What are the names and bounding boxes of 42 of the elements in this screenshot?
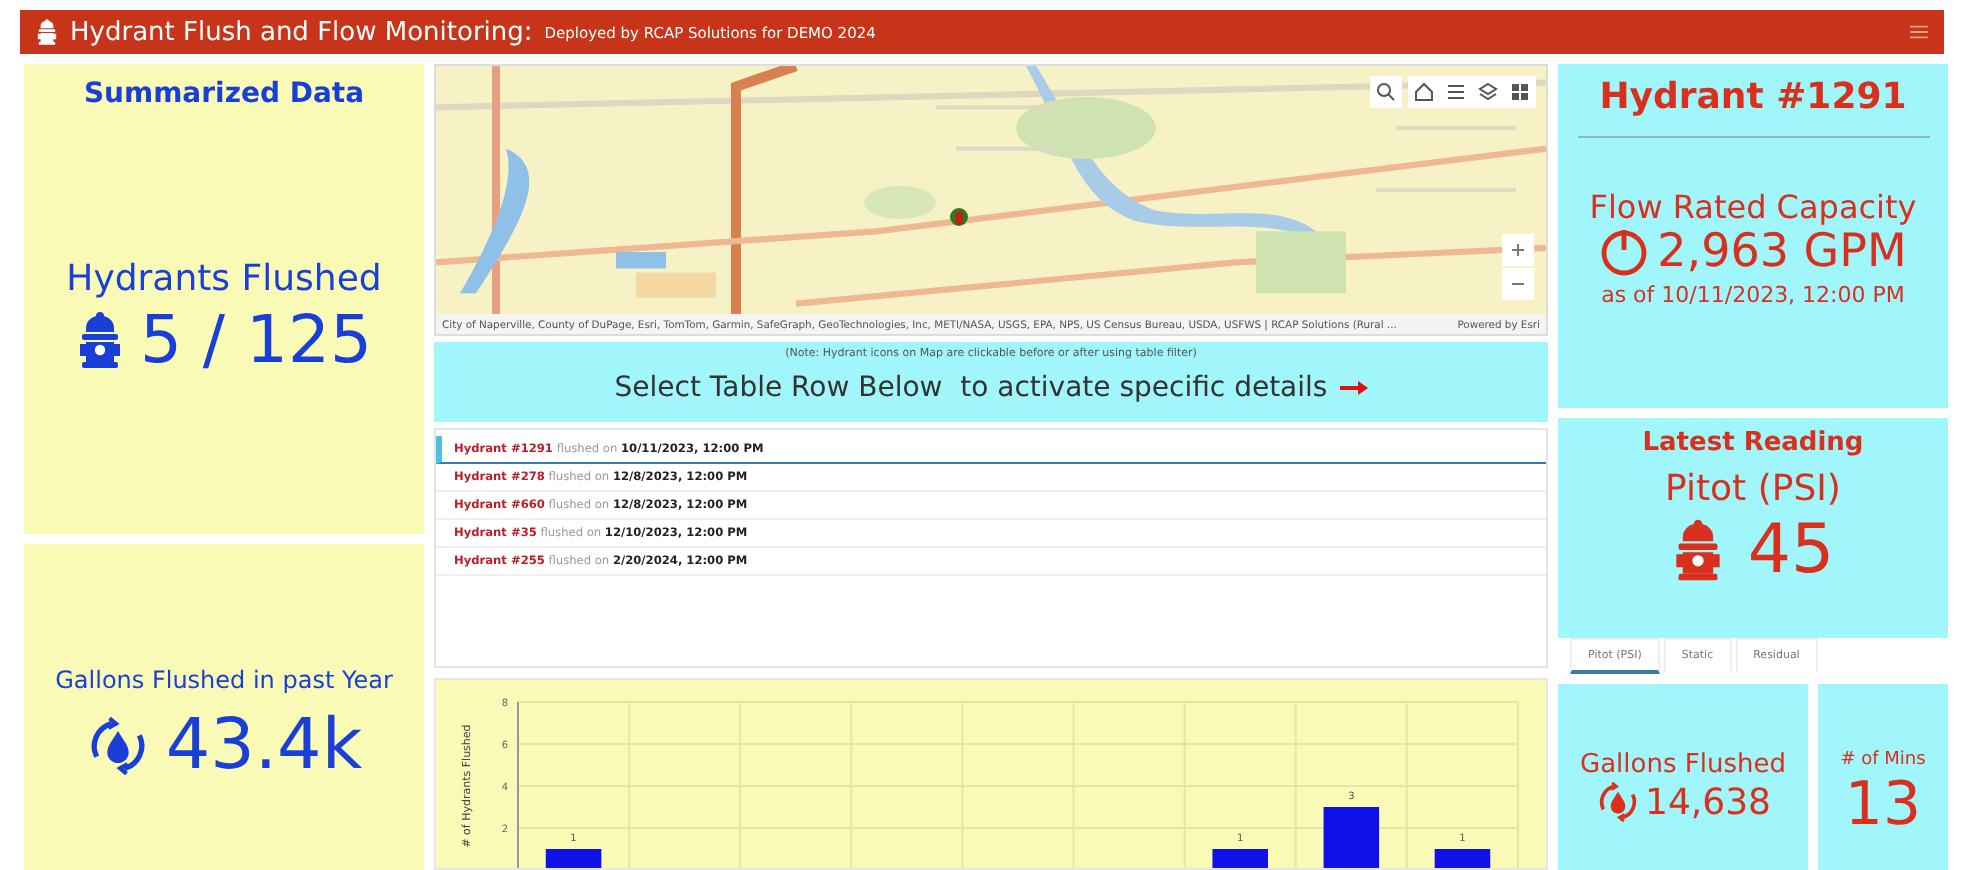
basemap-button[interactable] bbox=[1504, 76, 1536, 108]
as-of-date: as of 10/11/2023, 12:00 PM bbox=[1601, 282, 1905, 308]
home-button[interactable] bbox=[1408, 76, 1440, 108]
hydrant-icon bbox=[36, 18, 58, 46]
hydrant-icon bbox=[1671, 516, 1724, 584]
zoom-out-button[interactable] bbox=[1502, 268, 1534, 300]
water-cycle-icon bbox=[85, 713, 150, 777]
bar bbox=[1323, 807, 1380, 868]
layers-icon bbox=[1478, 82, 1498, 102]
minutes-value: 13 bbox=[1844, 770, 1922, 840]
panel-title: Summarized Data bbox=[83, 78, 365, 110]
gallons-label: Gallons Flushed bbox=[1580, 750, 1786, 780]
search-icon bbox=[1376, 82, 1396, 102]
reading-title: Latest Reading bbox=[1642, 428, 1864, 458]
grid-icon bbox=[1510, 82, 1530, 102]
bar bbox=[545, 849, 602, 868]
minutes-label: # of Mins bbox=[1840, 750, 1926, 770]
hydrant-marker-icon[interactable] bbox=[950, 206, 968, 228]
water-cycle-icon bbox=[1595, 780, 1639, 824]
zoom-in-button[interactable] bbox=[1502, 234, 1534, 266]
stat-value: 43.4k bbox=[165, 705, 363, 785]
power-icon bbox=[1599, 228, 1648, 276]
capacity-value: 2,963 GPM bbox=[1657, 226, 1907, 278]
plus-icon bbox=[1508, 240, 1528, 260]
app-title: Hydrant Flush and Flow Monitoring: bbox=[70, 17, 533, 47]
bar bbox=[1212, 849, 1268, 868]
reading-value: 45 bbox=[1747, 510, 1835, 590]
search-button[interactable] bbox=[1370, 76, 1402, 108]
stat-value: 5 / 125 bbox=[139, 300, 373, 378]
capacity-label: Flow Rated Capacity bbox=[1589, 188, 1917, 226]
instruction-text: Select Table Row Below to activate specific details bbox=[614, 372, 1328, 404]
list-icon bbox=[1446, 82, 1466, 102]
hydrant-icon bbox=[75, 309, 124, 369]
stat-label: Hydrants Flushed bbox=[66, 258, 382, 300]
bar bbox=[1434, 849, 1491, 868]
gallons-value: 14,638 bbox=[1645, 781, 1771, 823]
stat-label: Gallons Flushed in past Year bbox=[55, 665, 393, 693]
reading-label: Pitot (PSI) bbox=[1665, 468, 1841, 510]
arrow-icon bbox=[1339, 380, 1368, 396]
home-icon bbox=[1414, 82, 1434, 102]
menu-icon[interactable] bbox=[1910, 24, 1928, 40]
hydrant-title: Hydrant #1291 bbox=[1577, 64, 1929, 138]
